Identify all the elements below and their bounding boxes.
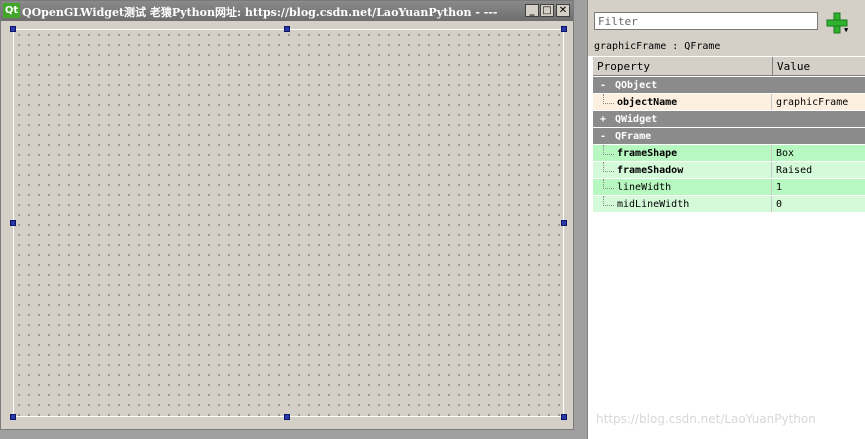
property-value[interactable]: 1 [776, 179, 782, 196]
maximize-button[interactable]: □ [540, 4, 554, 17]
property-row-objectname[interactable]: objectName graphicFrame [593, 94, 865, 111]
minimize-button[interactable]: _ [525, 4, 539, 17]
property-name: lineWidth [617, 182, 672, 193]
watermark: https://blog.csdn.net/LaoYuanPython [596, 412, 816, 426]
property-value[interactable]: graphicFrame [776, 94, 848, 111]
property-name: frameShadow [617, 165, 684, 176]
property-name: midLineWidth [617, 199, 690, 210]
property-value[interactable]: Box [776, 145, 794, 162]
group-name: QWidget [615, 114, 658, 125]
tree-line [603, 162, 614, 172]
resize-handle-left[interactable] [10, 220, 16, 226]
expand-icon[interactable]: + [600, 111, 606, 128]
resize-handle-bottom-right[interactable] [561, 414, 567, 420]
object-class-label: graphicFrame : QFrame [588, 40, 865, 56]
property-name: objectName [617, 97, 678, 108]
close-button[interactable]: ✕ [556, 4, 570, 17]
property-row-linewidth[interactable]: lineWidth 1 [593, 179, 865, 196]
resize-handle-right[interactable] [561, 220, 567, 226]
property-value[interactable]: 0 [776, 196, 782, 213]
collapse-icon[interactable]: - [600, 128, 606, 145]
property-editor: ▼ graphicFrame : QFrame Property Value -… [587, 0, 865, 439]
tree-line [603, 94, 614, 104]
property-row-midlinewidth[interactable]: midLineWidth 0 [593, 196, 865, 213]
group-name: QFrame [615, 131, 652, 142]
header-value[interactable]: Value [773, 57, 865, 76]
group-name: QObject [615, 80, 658, 91]
group-qobject[interactable]: - QObject [593, 77, 865, 94]
property-table-header: Property Value [593, 56, 865, 76]
chevron-down-icon[interactable]: ▼ [844, 26, 848, 34]
graphic-frame[interactable] [13, 29, 564, 417]
property-value[interactable]: Raised [776, 162, 812, 179]
property-row-frameshadow[interactable]: frameShadow Raised [593, 162, 865, 179]
column-separator [771, 145, 772, 161]
resize-handle-bottom-left[interactable] [10, 414, 16, 420]
property-rows: - QObject objectName graphicFrame + QWid… [593, 77, 865, 213]
resize-handle-top-right[interactable] [561, 26, 567, 32]
resize-handle-top[interactable] [284, 26, 290, 32]
tree-line [603, 145, 614, 155]
resize-handle-bottom[interactable] [284, 414, 290, 420]
tree-line [603, 196, 614, 206]
property-row-frameshape[interactable]: frameShape Box [593, 145, 865, 162]
group-qframe[interactable]: - QFrame [593, 128, 865, 145]
window-title: QOpenGLWidget测试 老猿Python网址: https://blog… [22, 6, 498, 19]
property-name: frameShape [617, 148, 678, 159]
filter-input[interactable] [594, 12, 818, 30]
tree-line [603, 179, 614, 189]
resize-handle-top-left[interactable] [10, 26, 16, 32]
column-separator [771, 196, 772, 212]
header-property[interactable]: Property [593, 57, 773, 76]
column-separator [771, 162, 772, 178]
form-window: Qt QOpenGLWidget测试 老猿Python网址: https://b… [0, 0, 574, 430]
column-separator [771, 94, 772, 110]
filter-bar: ▼ [588, 0, 865, 40]
column-separator [771, 179, 772, 195]
collapse-icon[interactable]: - [600, 77, 606, 94]
form-titlebar[interactable]: Qt QOpenGLWidget测试 老猿Python网址: https://b… [1, 1, 573, 21]
qt-logo-icon: Qt [3, 3, 20, 18]
group-qwidget[interactable]: + QWidget [593, 111, 865, 128]
